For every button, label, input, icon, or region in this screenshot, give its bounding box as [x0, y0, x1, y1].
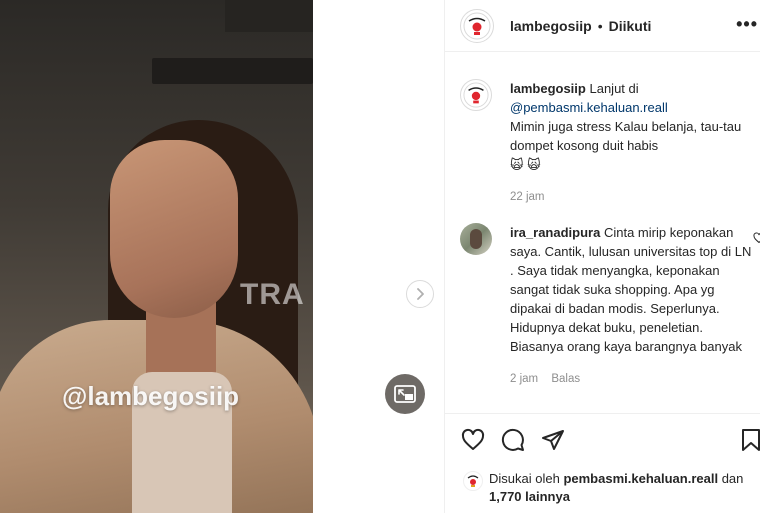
chevron-right-icon: [417, 288, 424, 300]
post-author-username[interactable]: lambegosiip: [510, 18, 592, 34]
bookmark-icon[interactable]: [741, 428, 760, 452]
likes-prefix: Disukai oleh: [489, 471, 560, 486]
likes-summary: Disukai oleh pembasmi.kehaluan.reall dan…: [463, 470, 758, 506]
caption-emojis: 🙀 🙀: [510, 157, 541, 172]
post-actions: [445, 413, 760, 465]
avatar[interactable]: [460, 8, 494, 43]
person-face: [110, 140, 238, 318]
media-gap: [313, 0, 444, 513]
background-shelf: [225, 0, 313, 32]
comment-time[interactable]: 2 jam: [510, 373, 538, 385]
background-shelf: [152, 58, 313, 84]
comment-text: Cinta mirip keponakan saya. Cantik, lulu…: [510, 225, 752, 354]
caption-body: lambegosiip Lanjut di @pembasmi.kehaluan…: [510, 79, 758, 207]
likes-count-button[interactable]: 1,770 lainnya: [489, 489, 570, 504]
comment-icon[interactable]: [501, 428, 525, 452]
avatar[interactable]: [463, 471, 483, 491]
header-separator: •: [597, 17, 603, 34]
heart-icon[interactable]: [461, 428, 485, 452]
reply-button[interactable]: Balas: [551, 373, 580, 385]
avatar[interactable]: [460, 223, 492, 255]
next-media-button[interactable]: [406, 280, 434, 308]
lambegosiip-logo-icon: [463, 12, 491, 39]
caption-mention-link[interactable]: @pembasmi.kehaluan.reall: [510, 100, 668, 115]
media-watermark: @lambegosiip: [62, 381, 240, 411]
avatar[interactable]: [460, 79, 492, 111]
post-caption: lambegosiip Lanjut di @pembasmi.kehaluan…: [460, 79, 758, 207]
liker-username[interactable]: pembasmi.kehaluan.reall: [563, 471, 718, 486]
picture-in-picture-icon: [394, 385, 416, 403]
likes-text: Disukai oleh pembasmi.kehaluan.reall dan…: [489, 470, 743, 506]
comment-username[interactable]: ira_ranadipura: [510, 225, 600, 240]
picture-in-picture-button[interactable]: [385, 374, 425, 414]
follow-status-button[interactable]: Diikuti: [609, 18, 652, 34]
liker-avatar-icon: [467, 475, 479, 487]
comment-body: ira_ranadipura Cinta mirip keponakan say…: [510, 223, 758, 389]
likes-connector: dan: [721, 471, 744, 486]
heart-icon[interactable]: [753, 232, 760, 244]
post-media[interactable]: TRA @lambegosiip: [0, 0, 313, 513]
comment-item: ira_ranadipura Cinta mirip keponakan say…: [460, 223, 758, 389]
share-icon[interactable]: [541, 428, 565, 452]
caption-intro: Lanjut di: [589, 81, 639, 96]
more-options-button[interactable]: •••: [736, 14, 758, 35]
post-sidebar: lambegosiip • Diikuti ••• lambegosiip La…: [444, 0, 760, 513]
caption-text: Mimin juga stress Kalau belanja, tau-tau…: [510, 119, 742, 153]
lambegosiip-logo-icon: [463, 82, 489, 108]
background-watermark: TRA: [240, 278, 305, 311]
post-header: lambegosiip • Diikuti •••: [445, 0, 760, 52]
caption-username[interactable]: lambegosiip: [510, 81, 586, 96]
caption-time[interactable]: 22 jam: [510, 191, 545, 203]
